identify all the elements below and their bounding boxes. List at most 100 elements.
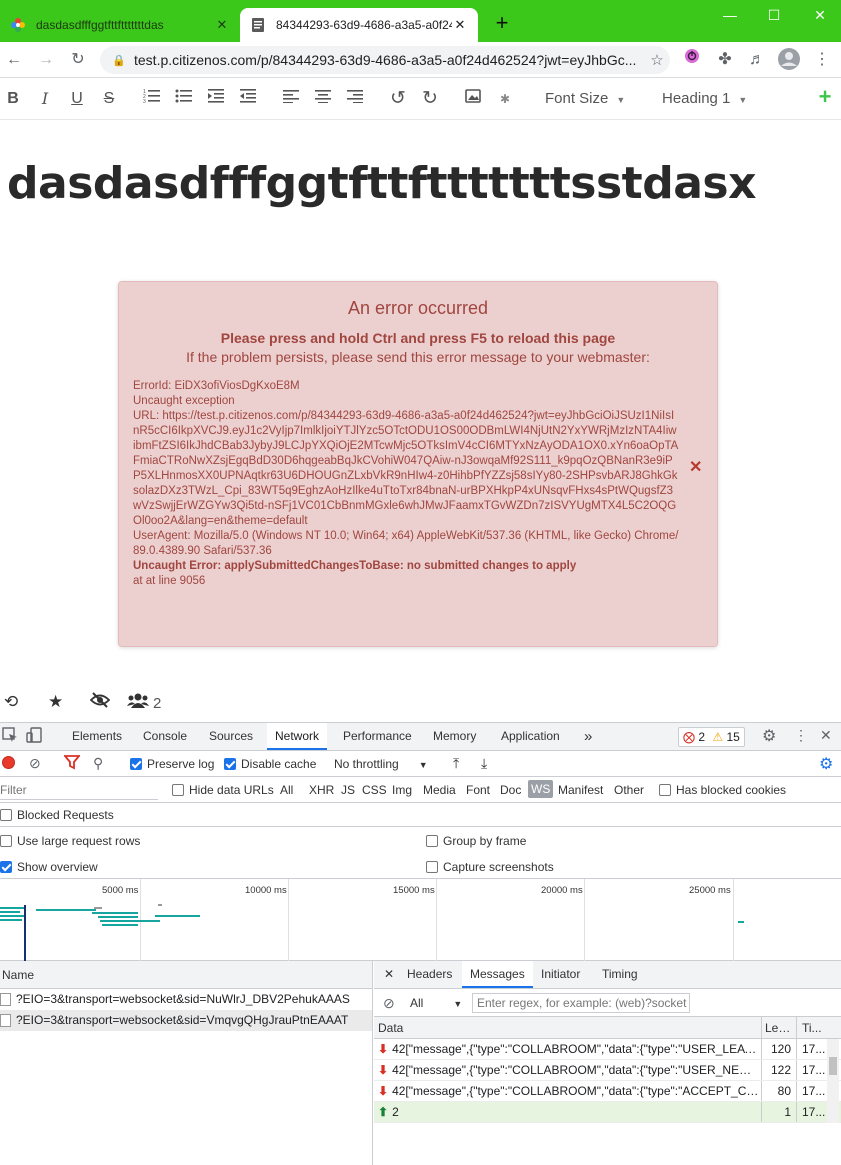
indent-icon[interactable] [205, 88, 227, 110]
issues-badge[interactable]: ⨂ 2 ⚠ 15 [678, 727, 745, 747]
align-left-icon[interactable] [280, 88, 302, 110]
message-row[interactable]: ⬇ 42["message",{"type":"COLLABROOM","data… [374, 1060, 841, 1081]
filter-type-doc[interactable]: Doc [500, 783, 521, 797]
strikethrough-icon[interactable]: S [98, 88, 120, 110]
new-tab-button[interactable]: + [490, 12, 514, 36]
bold-icon[interactable]: B [2, 88, 24, 110]
large-rows-checkbox[interactable]: Use large request rows [0, 834, 140, 848]
extensions-puzzle-icon[interactable]: ✤ [713, 48, 737, 72]
filter-type-font[interactable]: Font [466, 783, 490, 797]
checkbox-unchecked[interactable] [426, 861, 438, 873]
clear-messages-icon[interactable]: ⊘ [383, 995, 395, 1012]
outdent-icon[interactable] [237, 88, 259, 110]
ordered-list-icon[interactable]: 123 [141, 88, 163, 110]
browser-tab-2[interactable]: 84344293-63d9-4686-a3a5-a0f24d ✕ [240, 8, 478, 42]
scrollbar-thumb[interactable] [829, 1057, 837, 1075]
has-blocked-cookies-checkbox[interactable]: Has blocked cookies [659, 783, 786, 797]
checkbox-checked[interactable] [130, 758, 142, 770]
inspect-element-icon[interactable] [2, 727, 18, 746]
underline-icon[interactable]: U [66, 88, 88, 110]
time-column-header[interactable]: Ti... [796, 1017, 826, 1038]
tab-console[interactable]: Console [135, 723, 195, 750]
group-by-frame-checkbox[interactable]: Group by frame [426, 834, 526, 848]
message-row[interactable]: ⬆ 2 1 17... [374, 1102, 841, 1123]
back-arrow-icon[interactable]: ← [2, 48, 26, 72]
message-row[interactable]: ⬇ 42["message",{"type":"COLLABROOM","data… [374, 1081, 841, 1102]
image-icon[interactable] [462, 88, 484, 110]
record-icon[interactable] [2, 756, 15, 769]
tab-headers[interactable]: Headers [399, 961, 460, 988]
align-center-icon[interactable] [312, 88, 334, 110]
messages-scrollbar[interactable] [827, 1039, 839, 1123]
filter-type-all[interactable]: All [280, 783, 293, 797]
undo-icon[interactable]: ↺ [387, 88, 409, 110]
download-har-icon[interactable]: ⤓ [481, 755, 487, 772]
disable-cache-checkbox[interactable]: Disable cache [224, 757, 316, 771]
profile-avatar-icon[interactable] [777, 48, 801, 72]
add-plus-icon[interactable]: + [814, 86, 836, 110]
close-error-icon[interactable]: ✕ [689, 457, 702, 477]
chrome-menu-icon[interactable]: ⋮ [810, 48, 834, 72]
maximize-icon[interactable]: ☐ [760, 4, 788, 26]
search-icon[interactable]: ⚲ [93, 755, 103, 772]
name-column-header[interactable]: Name [0, 961, 372, 989]
filter-funnel-icon[interactable] [63, 754, 81, 773]
preserve-log-checkbox[interactable]: Preserve log [130, 757, 214, 771]
upload-har-icon[interactable]: ⤒ [453, 755, 459, 772]
tab-elements[interactable]: Elements [64, 723, 130, 750]
tab-network[interactable]: Network [267, 723, 328, 750]
checkbox-unchecked[interactable] [659, 784, 671, 796]
tab-timing[interactable]: Timing [594, 961, 646, 988]
filter-type-media[interactable]: Media [423, 783, 456, 797]
message-row[interactable]: ⬇ 42["message",{"type":"COLLABROOM","data… [374, 1039, 841, 1060]
extension-power-icon[interactable] [680, 48, 704, 72]
throttling-select[interactable]: No throttling ▼ [334, 757, 428, 771]
filter-type-css[interactable]: CSS [362, 783, 387, 797]
message-type-select[interactable]: All ▼ [410, 996, 462, 1010]
heading-dropdown[interactable]: Heading 1 ▼ [654, 87, 755, 111]
checkbox-checked[interactable] [224, 758, 236, 770]
bullet-list-icon[interactable] [173, 88, 195, 110]
show-overview-checkbox[interactable]: Show overview [0, 860, 98, 874]
network-settings-gear-icon[interactable]: ⚙ [819, 754, 833, 774]
checkbox-unchecked[interactable] [426, 835, 438, 847]
hide-data-urls-checkbox[interactable]: Hide data URLs [172, 783, 274, 797]
checkbox-checked[interactable] [0, 861, 12, 873]
more-tabs-button[interactable]: » [576, 723, 600, 750]
close-tab-icon[interactable]: ✕ [214, 17, 230, 33]
history-icon[interactable]: ⟲ [4, 692, 18, 712]
italic-icon[interactable]: I [34, 88, 56, 110]
align-right-icon[interactable] [344, 88, 366, 110]
tab-application[interactable]: Application [493, 723, 568, 750]
asterisk-icon[interactable]: ✱ [494, 88, 516, 110]
close-tab-icon[interactable]: ✕ [452, 17, 468, 33]
browser-tab-1[interactable]: dasdasdfffggtfttftttttttdas ✕ [0, 8, 240, 42]
filter-input[interactable] [0, 780, 158, 800]
filter-type-xhr[interactable]: XHR [309, 783, 334, 797]
tab-initiator[interactable]: Initiator [533, 961, 588, 988]
eye-slash-icon[interactable] [89, 692, 111, 713]
filter-type-ws[interactable]: WS [528, 780, 554, 798]
device-toolbar-icon[interactable] [26, 727, 42, 746]
tab-memory[interactable]: Memory [425, 723, 484, 750]
bookmark-star-icon[interactable]: ☆ [644, 51, 670, 69]
clear-icon[interactable]: ⊘ [29, 755, 41, 772]
filter-type-img[interactable]: Img [392, 783, 412, 797]
star-icon[interactable]: ★ [48, 692, 63, 712]
devtools-menu-icon[interactable]: ⋮ [794, 727, 808, 744]
network-overview[interactable]: 5000 ms 10000 ms 15000 ms 20000 ms 25000… [0, 879, 841, 961]
checkbox-unchecked[interactable] [172, 784, 184, 796]
request-row[interactable]: ?EIO=3&transport=websocket&sid=NuWlrJ_DB… [0, 989, 372, 1010]
tab-performance[interactable]: Performance [335, 723, 420, 750]
tab-sources[interactable]: Sources [201, 723, 261, 750]
forward-arrow-icon[interactable]: → [34, 48, 58, 72]
redo-icon[interactable]: ↻ [419, 88, 441, 110]
data-column-header[interactable]: Data [378, 1017, 760, 1038]
blocked-requests-checkbox[interactable]: Blocked Requests [0, 808, 114, 822]
close-devtools-icon[interactable]: ✕ [820, 727, 832, 744]
media-queue-icon[interactable]: ♬ [745, 48, 769, 72]
length-column-header[interactable]: Len... [761, 1017, 795, 1038]
capture-screenshots-checkbox[interactable]: Capture screenshots [426, 860, 554, 874]
address-bar[interactable]: 🔒 test.p.citizenos.com/p/84344293-63d9-4… [100, 46, 670, 74]
request-row[interactable]: ?EIO=3&transport=websocket&sid=VmqvgQHgJ… [0, 1010, 372, 1031]
